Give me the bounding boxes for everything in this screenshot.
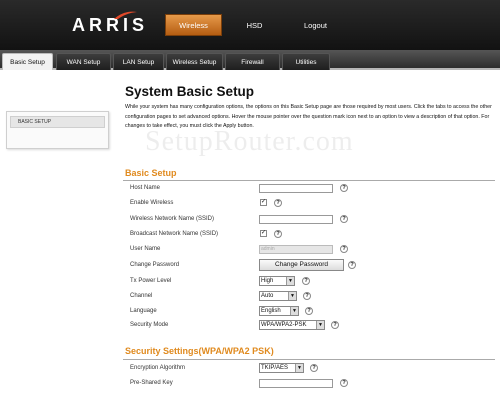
label-tx-power: Tx Power Level xyxy=(130,278,172,284)
top-nav: Wireless HSD Logout xyxy=(165,14,348,36)
ssid-input[interactable] xyxy=(259,215,333,224)
row-psk: Pre-Shared Key ? xyxy=(130,379,490,391)
change-password-button[interactable]: Change Password xyxy=(259,259,344,271)
label-language: Language xyxy=(130,308,157,314)
broadcast-ssid-checkbox[interactable]: ✓ xyxy=(260,230,267,237)
label-ssid: Wireless Network Name (SSID) xyxy=(130,216,215,222)
help-icon[interactable]: ? xyxy=(331,321,339,329)
label-change-password: Change Password xyxy=(130,262,180,268)
host-name-input[interactable] xyxy=(259,184,333,193)
psk-input[interactable] xyxy=(259,379,333,388)
header: ARRIS Wireless HSD Logout xyxy=(0,0,500,50)
help-icon[interactable]: ? xyxy=(305,307,313,315)
label-channel: Channel xyxy=(130,293,153,299)
language-value: English xyxy=(261,308,281,314)
encryption-select[interactable]: TKIP/AES ▼ xyxy=(259,363,304,373)
label-security-mode: Security Mode xyxy=(130,322,169,328)
help-icon[interactable]: ? xyxy=(303,292,311,300)
chevron-down-icon: ▼ xyxy=(286,277,294,285)
subtab-firewall[interactable]: Firewall xyxy=(225,53,280,70)
label-encryption: Encryption Algorithm xyxy=(130,365,186,371)
channel-value: Auto xyxy=(261,293,274,299)
row-security-mode: Security Mode WPA/WPA2-PSK ▼ ? xyxy=(130,320,490,333)
chevron-down-icon: ▼ xyxy=(316,321,324,329)
help-icon[interactable]: ? xyxy=(340,379,348,387)
chevron-down-icon: ▼ xyxy=(290,307,298,315)
section-title-basic: Basic Setup xyxy=(125,168,177,178)
row-channel: Channel Auto ▼ ? xyxy=(130,291,490,304)
help-icon[interactable]: ? xyxy=(348,261,356,269)
label-host-name: Host Name xyxy=(130,185,161,191)
intro-text: While your system has many configuration… xyxy=(125,104,492,129)
help-icon[interactable]: ? xyxy=(340,215,348,223)
channel-select[interactable]: Auto ▼ xyxy=(259,291,297,301)
label-broadcast-ssid: Broadcast Network Name (SSID) xyxy=(130,231,219,237)
help-icon[interactable]: ? xyxy=(274,230,282,238)
subtab-wan-setup[interactable]: WAN Setup xyxy=(56,53,111,70)
label-psk: Pre-Shared Key xyxy=(130,380,173,386)
sidebar-item-basic-setup[interactable]: BASIC SETUP xyxy=(10,116,105,128)
divider xyxy=(123,180,495,181)
row-broadcast-ssid: Broadcast Network Name (SSID) ✓ ? xyxy=(130,230,490,242)
subtab-lan-setup[interactable]: LAN Setup xyxy=(113,53,164,70)
row-host-name: Host Name ? xyxy=(130,184,490,196)
chevron-down-icon: ▼ xyxy=(295,364,303,372)
subtab-utilities[interactable]: Utilities xyxy=(282,53,330,70)
language-select[interactable]: English ▼ xyxy=(259,306,299,316)
help-icon[interactable]: ? xyxy=(274,199,282,207)
encryption-value: TKIP/AES xyxy=(261,365,289,371)
subtab-basic-setup[interactable]: Basic Setup xyxy=(2,53,53,70)
row-language: Language English ▼ ? xyxy=(130,306,490,319)
label-enable-wireless: Enable Wireless xyxy=(130,200,174,206)
row-change-password: Change Password Change Password ? xyxy=(130,259,490,273)
security-mode-value: WPA/WPA2-PSK xyxy=(261,322,307,328)
sidebar: BASIC SETUP xyxy=(6,111,109,149)
help-icon[interactable]: ? xyxy=(310,364,318,372)
page-title: System Basic Setup xyxy=(125,84,255,99)
enable-wireless-checkbox[interactable]: ✓ xyxy=(260,199,267,206)
sub-nav: Basic Setup WAN Setup LAN Setup Wireless… xyxy=(0,50,500,70)
row-enable-wireless: Enable Wireless ✓ ? xyxy=(130,199,490,211)
help-icon[interactable]: ? xyxy=(340,245,348,253)
divider xyxy=(123,359,495,360)
chevron-down-icon: ▼ xyxy=(288,292,296,300)
row-tx-power: Tx Power Level High ▼ ? xyxy=(130,276,490,289)
subtab-wireless-setup[interactable]: Wireless Setup xyxy=(166,53,223,70)
security-mode-select[interactable]: WPA/WPA2-PSK ▼ xyxy=(259,320,325,330)
user-name-input: admin xyxy=(259,245,333,254)
row-user-name: User Name admin ? xyxy=(130,245,490,257)
swoosh-icon xyxy=(114,11,137,19)
row-encryption: Encryption Algorithm TKIP/AES ▼ ? xyxy=(130,363,490,376)
section-title-security: Security Settings(WPA/WPA2 PSK) xyxy=(125,346,274,356)
label-user-name: User Name xyxy=(130,246,161,252)
tab-wireless[interactable]: Wireless xyxy=(165,14,222,36)
help-icon[interactable]: ? xyxy=(302,277,310,285)
help-icon[interactable]: ? xyxy=(340,184,348,192)
tab-hsd[interactable]: HSD xyxy=(226,14,283,36)
tx-power-value: High xyxy=(261,278,274,284)
tx-power-select[interactable]: High ▼ xyxy=(259,276,295,286)
tab-logout[interactable]: Logout xyxy=(287,14,344,36)
row-ssid: Wireless Network Name (SSID) ? xyxy=(130,215,490,227)
